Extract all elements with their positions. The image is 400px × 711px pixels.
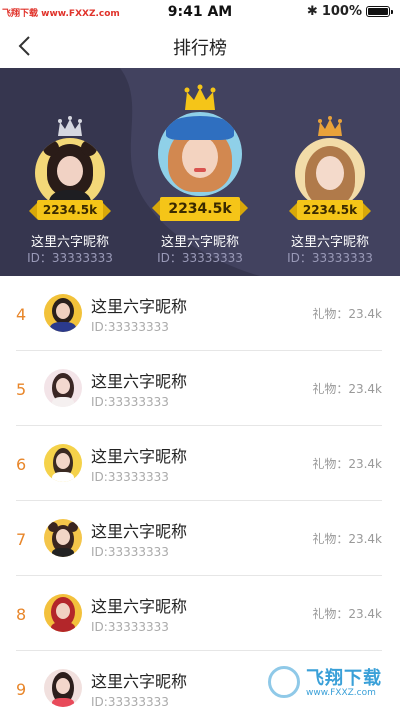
nickname: 这里六字昵称: [91, 372, 188, 391]
score-badge-rank-3: 2234.5k: [289, 200, 371, 220]
page-title: 排行榜: [173, 38, 227, 59]
crown-silver-icon: [58, 116, 82, 136]
gift-count: 礼物：23.4k: [312, 532, 382, 546]
watermark-url: www.FXXZ.com: [306, 688, 376, 698]
rank-number: 6: [16, 455, 27, 474]
gift-count: 礼物：23.4k: [312, 457, 382, 471]
top-card-rank-3[interactable]: 2234.5k 这里六字昵称 ID：33333333: [275, 68, 385, 276]
rank-number: 7: [16, 530, 27, 549]
nav-bar: 排行榜: [0, 24, 400, 68]
watermark-bottom-right: 飞翔下载 www.FXXZ.com: [262, 660, 398, 704]
list-item[interactable]: 4 这里六字昵称 ID:33333333 礼物：23.4k: [0, 276, 400, 351]
avatar-rank-2: [35, 138, 105, 208]
score-badge-rank-1: 2234.5k: [152, 197, 248, 221]
top-id-rank-2: ID：33333333: [27, 251, 113, 265]
top-card-rank-2[interactable]: 2234.5k 这里六字昵称 ID：33333333: [15, 68, 125, 276]
user-id: ID:33333333: [91, 620, 169, 634]
avatar-rank-1: [158, 112, 242, 196]
crown-bronze-icon: [318, 116, 342, 136]
user-id: ID:33333333: [91, 545, 169, 559]
user-id: ID:33333333: [91, 470, 169, 484]
avatar-rank-3: [295, 138, 365, 208]
avatar: [44, 444, 82, 482]
top-three-podium: 2234.5k 这里六字昵称 ID：33333333 2234.5k 这里六字昵…: [0, 68, 400, 276]
top-name-rank-2: 这里六字昵称: [30, 235, 109, 250]
user-id: ID:33333333: [91, 320, 169, 334]
gift-count: 礼物：23.4k: [312, 607, 382, 621]
gift-count: 礼物：23.4k: [312, 307, 382, 321]
list-item[interactable]: 5 这里六字昵称 ID:33333333 礼物：23.4k: [0, 351, 400, 426]
list-item[interactable]: 7 这里六字昵称 ID:33333333 礼物：23.4k: [0, 501, 400, 576]
battery-icon: [366, 6, 393, 17]
watermark-text: 飞翔下载: [306, 668, 382, 689]
top-id-rank-3: ID：33333333: [287, 251, 373, 265]
status-bar: 飞翔下载 www.FXXZ.com 9:41 AM ✱ 100%: [0, 0, 400, 24]
battery-fill: [368, 8, 388, 15]
avatar: [44, 294, 82, 332]
rank-number: 4: [16, 305, 27, 324]
nickname: 这里六字昵称: [91, 297, 188, 316]
avatar: [44, 594, 82, 632]
nickname: 这里六字昵称: [91, 597, 188, 616]
top-name-rank-3: 这里六字昵称: [290, 235, 369, 250]
top-card-rank-1[interactable]: 2234.5k 这里六字昵称 ID：33333333: [135, 68, 265, 276]
nickname: 这里六字昵称: [91, 447, 188, 466]
rank-number: 9: [16, 680, 27, 699]
battery-percent: 100%: [321, 4, 362, 19]
rank-number: 8: [16, 605, 27, 624]
nickname: 这里六字昵称: [91, 522, 188, 541]
bluetooth-icon: ✱: [306, 4, 318, 19]
top-id-rank-1: ID：33333333: [157, 251, 243, 265]
list-item[interactable]: 8 这里六字昵称 ID:33333333 礼物：23.4k: [0, 576, 400, 651]
crown-gold-icon: [184, 84, 216, 110]
avatar: [44, 519, 82, 557]
rank-number: 5: [16, 380, 27, 399]
list-item[interactable]: 6 这里六字昵称 ID:33333333 礼物：23.4k: [0, 426, 400, 501]
nickname: 这里六字昵称: [91, 672, 188, 691]
avatar: [44, 669, 82, 707]
avatar: [44, 369, 82, 407]
gift-count: 礼物：23.4k: [312, 382, 382, 396]
status-right: ✱ 100%: [306, 4, 393, 19]
top-name-rank-1: 这里六字昵称: [160, 235, 239, 250]
user-id: ID:33333333: [91, 395, 169, 409]
score-badge-rank-2: 2234.5k: [29, 200, 111, 220]
watermark-logo-icon: [268, 666, 300, 698]
user-id: ID:33333333: [91, 695, 169, 709]
